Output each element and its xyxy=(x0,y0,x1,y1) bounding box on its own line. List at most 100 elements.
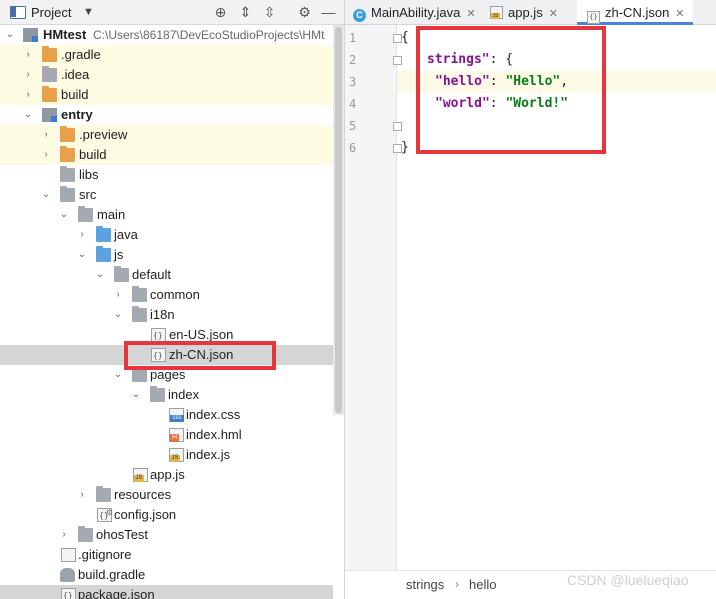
css-file-icon xyxy=(169,408,184,422)
folder-icon xyxy=(42,66,57,82)
tree-item-java[interactable]: › java xyxy=(0,225,333,245)
tree-item-gitignore[interactable]: .gitignore xyxy=(0,545,333,565)
folder-icon xyxy=(132,306,147,322)
close-icon[interactable]: ✕ xyxy=(549,8,558,20)
tree-item-gradle[interactable]: › .gradle xyxy=(0,45,333,65)
tree-item-common[interactable]: › common xyxy=(0,285,333,305)
expand-all-icon[interactable]: ⇕ xyxy=(237,4,254,21)
annotation-box-file xyxy=(124,341,276,370)
line-number: 6 xyxy=(349,141,357,155)
locate-icon[interactable]: ⊕ xyxy=(212,4,229,21)
collapse-all-icon[interactable]: ⇳ xyxy=(261,4,278,21)
tree-item-label: java xyxy=(114,227,138,242)
chevron-right-icon[interactable]: › xyxy=(22,85,34,105)
tree-item-label: js xyxy=(114,247,124,262)
scrollbar-thumb[interactable] xyxy=(335,27,342,413)
editor-tab-bar: C MainAbility.java ✕ app.js ✕ {} zh-CN.json ✕ xyxy=(345,0,716,25)
chevron-right-icon[interactable]: › xyxy=(58,525,70,545)
tree-item-label: default xyxy=(132,267,172,282)
chevron-down-icon[interactable]: ⌄ xyxy=(22,105,34,125)
chevron-right-icon[interactable]: › xyxy=(40,145,52,165)
project-view-selector[interactable]: Project xyxy=(31,5,71,20)
tab-zh-cn-json[interactable]: {} zh-CN.json ✕ xyxy=(577,0,693,25)
tree-item-default[interactable]: ⌄ default xyxy=(0,265,333,285)
project-toolbar: Project ▼ ⊕ ⇕ ⇳ ⚙ — xyxy=(0,0,344,25)
chevron-down-icon[interactable]: ⌄ xyxy=(112,305,124,325)
chevron-right-icon[interactable]: › xyxy=(22,45,34,65)
gradle-icon xyxy=(60,568,75,582)
tree-item-preview[interactable]: › .preview xyxy=(0,125,333,145)
hml-file-icon xyxy=(169,428,184,442)
tab-label: zh-CN.json xyxy=(605,5,670,20)
tab-mainability-java[interactable]: C MainAbility.java ✕ xyxy=(353,0,476,25)
chevron-down-icon[interactable]: ⌄ xyxy=(4,25,16,45)
code-text: { xyxy=(401,30,409,45)
module-icon xyxy=(42,108,57,122)
close-icon[interactable]: ✕ xyxy=(675,8,684,20)
gear-icon[interactable]: ⚙ xyxy=(296,4,313,21)
tree-item-entry[interactable]: ⌄ entry xyxy=(0,105,333,125)
folder-icon xyxy=(78,526,93,542)
chevron-down-icon[interactable]: ⌄ xyxy=(76,245,88,265)
tree-item-hmtest[interactable]: ⌄ HMtest C:\Users\86187\DevEcoStudioProj… xyxy=(0,25,333,45)
tree-item-label: package.json xyxy=(78,587,155,599)
breadcrumb-item[interactable]: hello xyxy=(469,577,496,592)
close-icon[interactable]: ✕ xyxy=(466,8,475,20)
tree-item-main[interactable]: ⌄ main xyxy=(0,205,333,225)
tree-item-label: .preview xyxy=(79,127,128,142)
folder-icon xyxy=(42,46,57,62)
tree-item-ohostest[interactable]: › ohosTest xyxy=(0,525,333,545)
tree-item-label: build xyxy=(61,87,89,102)
tree-scrollbar[interactable] xyxy=(333,25,344,415)
chevron-down-icon[interactable]: ⌄ xyxy=(58,205,70,225)
tree-item-app-js[interactable]: app.js xyxy=(0,465,333,485)
chevron-down-icon[interactable]: ⌄ xyxy=(94,265,106,285)
chevron-right-icon[interactable]: › xyxy=(40,125,52,145)
project-path: C:\Users\86187\DevEcoStudioProjects\HMt xyxy=(93,28,325,42)
folder-icon xyxy=(96,226,111,242)
tree-item-build[interactable]: › build xyxy=(0,85,333,105)
json-file-icon: {} xyxy=(151,328,166,342)
tree-item-index-hml[interactable]: index.hml xyxy=(0,425,333,445)
chevron-right-icon[interactable]: › xyxy=(76,485,88,505)
breadcrumb-item[interactable]: strings xyxy=(406,577,444,592)
js-file-icon xyxy=(169,448,184,462)
resources-folder-icon xyxy=(96,486,111,502)
tree-item-js[interactable]: ⌄ js xyxy=(0,245,333,265)
tree-item-label: build xyxy=(79,147,107,162)
folder-icon xyxy=(132,286,147,302)
tree-item-i18n[interactable]: ⌄ i18n xyxy=(0,305,333,325)
json-file-icon: {} xyxy=(61,588,76,599)
js-file-icon xyxy=(133,468,148,482)
tree-item-build-gradle[interactable]: build.gradle xyxy=(0,565,333,585)
chevron-down-icon[interactable]: ▼ xyxy=(83,6,94,18)
tree-item-package-json[interactable]: {} package.json xyxy=(0,585,333,599)
tree-item-label: ohosTest xyxy=(96,527,149,542)
line-number: 3 xyxy=(349,75,357,89)
tree-item-label: app.js xyxy=(150,467,185,482)
tree-item-index-js[interactable]: index.js xyxy=(0,445,333,465)
hide-icon[interactable]: — xyxy=(320,4,337,21)
tree-item-entry-build[interactable]: › build xyxy=(0,145,333,165)
tree-item-config-json[interactable]: {} config.json xyxy=(0,503,333,525)
tree-item-index-css[interactable]: index.css xyxy=(0,405,333,425)
project-panel: Project ▼ ⊕ ⇕ ⇳ ⚙ — ⌄ HMtest C:\Users\86… xyxy=(0,0,345,599)
chevron-right-icon[interactable]: › xyxy=(22,65,34,85)
tree-item-resources[interactable]: › resources xyxy=(0,485,333,505)
tree-item-libs[interactable]: libs xyxy=(0,165,333,185)
tree-item-idea[interactable]: › .idea xyxy=(0,65,333,85)
tree-item-label: entry xyxy=(61,107,93,122)
json-file-icon: {} xyxy=(587,11,600,24)
tree-item-src[interactable]: ⌄ src xyxy=(0,185,333,205)
chevron-down-icon[interactable]: ⌄ xyxy=(40,185,52,205)
chevron-right-icon[interactable]: › xyxy=(76,225,88,245)
module-icon xyxy=(23,28,38,42)
folder-icon xyxy=(114,266,129,282)
chevron-down-icon[interactable]: ⌄ xyxy=(112,365,124,385)
chevron-right-icon[interactable]: › xyxy=(112,285,124,305)
line-number: 1 xyxy=(349,31,357,45)
folder-icon xyxy=(60,166,75,182)
tree-item-index[interactable]: ⌄ index xyxy=(0,385,333,405)
tab-app-js[interactable]: app.js ✕ xyxy=(490,0,558,25)
chevron-down-icon[interactable]: ⌄ xyxy=(130,385,142,405)
